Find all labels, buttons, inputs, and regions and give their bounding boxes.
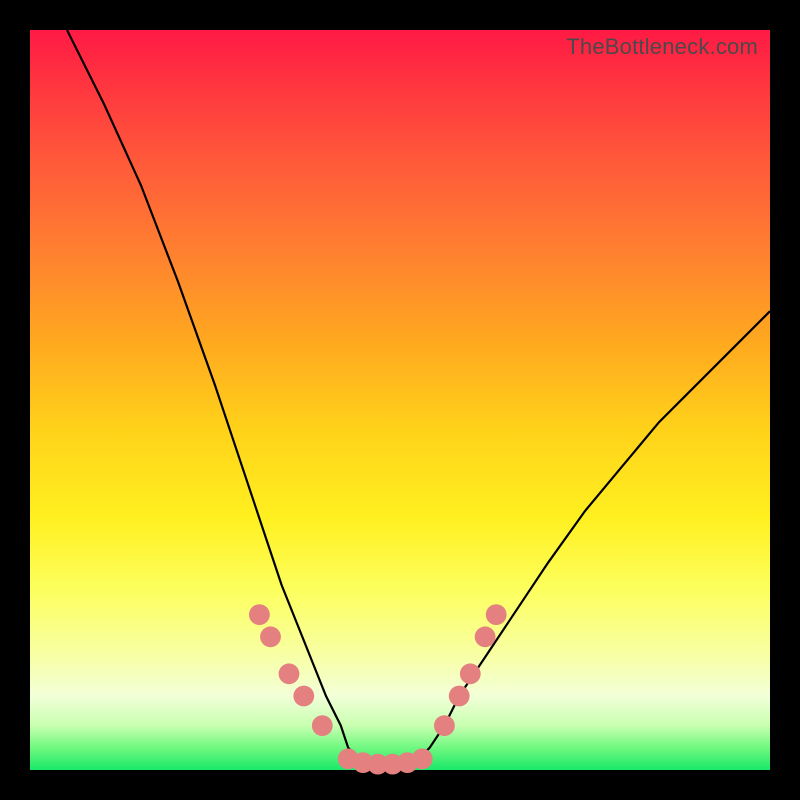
curve-marker	[279, 663, 300, 684]
curve-marker	[486, 604, 507, 625]
curve-marker	[293, 686, 314, 707]
curve-marker	[449, 686, 470, 707]
curve-marker	[312, 715, 333, 736]
marker-group	[249, 604, 507, 774]
curve-marker	[260, 626, 281, 647]
chart-svg	[30, 30, 770, 770]
curve-marker	[460, 663, 481, 684]
bottleneck-curve	[67, 30, 770, 770]
chart-frame: TheBottleneck.com	[0, 0, 800, 800]
curve-marker	[475, 626, 496, 647]
plot-area: TheBottleneck.com	[30, 30, 770, 770]
curve-marker	[249, 604, 270, 625]
curve-marker	[434, 715, 455, 736]
curve-marker	[412, 749, 433, 770]
